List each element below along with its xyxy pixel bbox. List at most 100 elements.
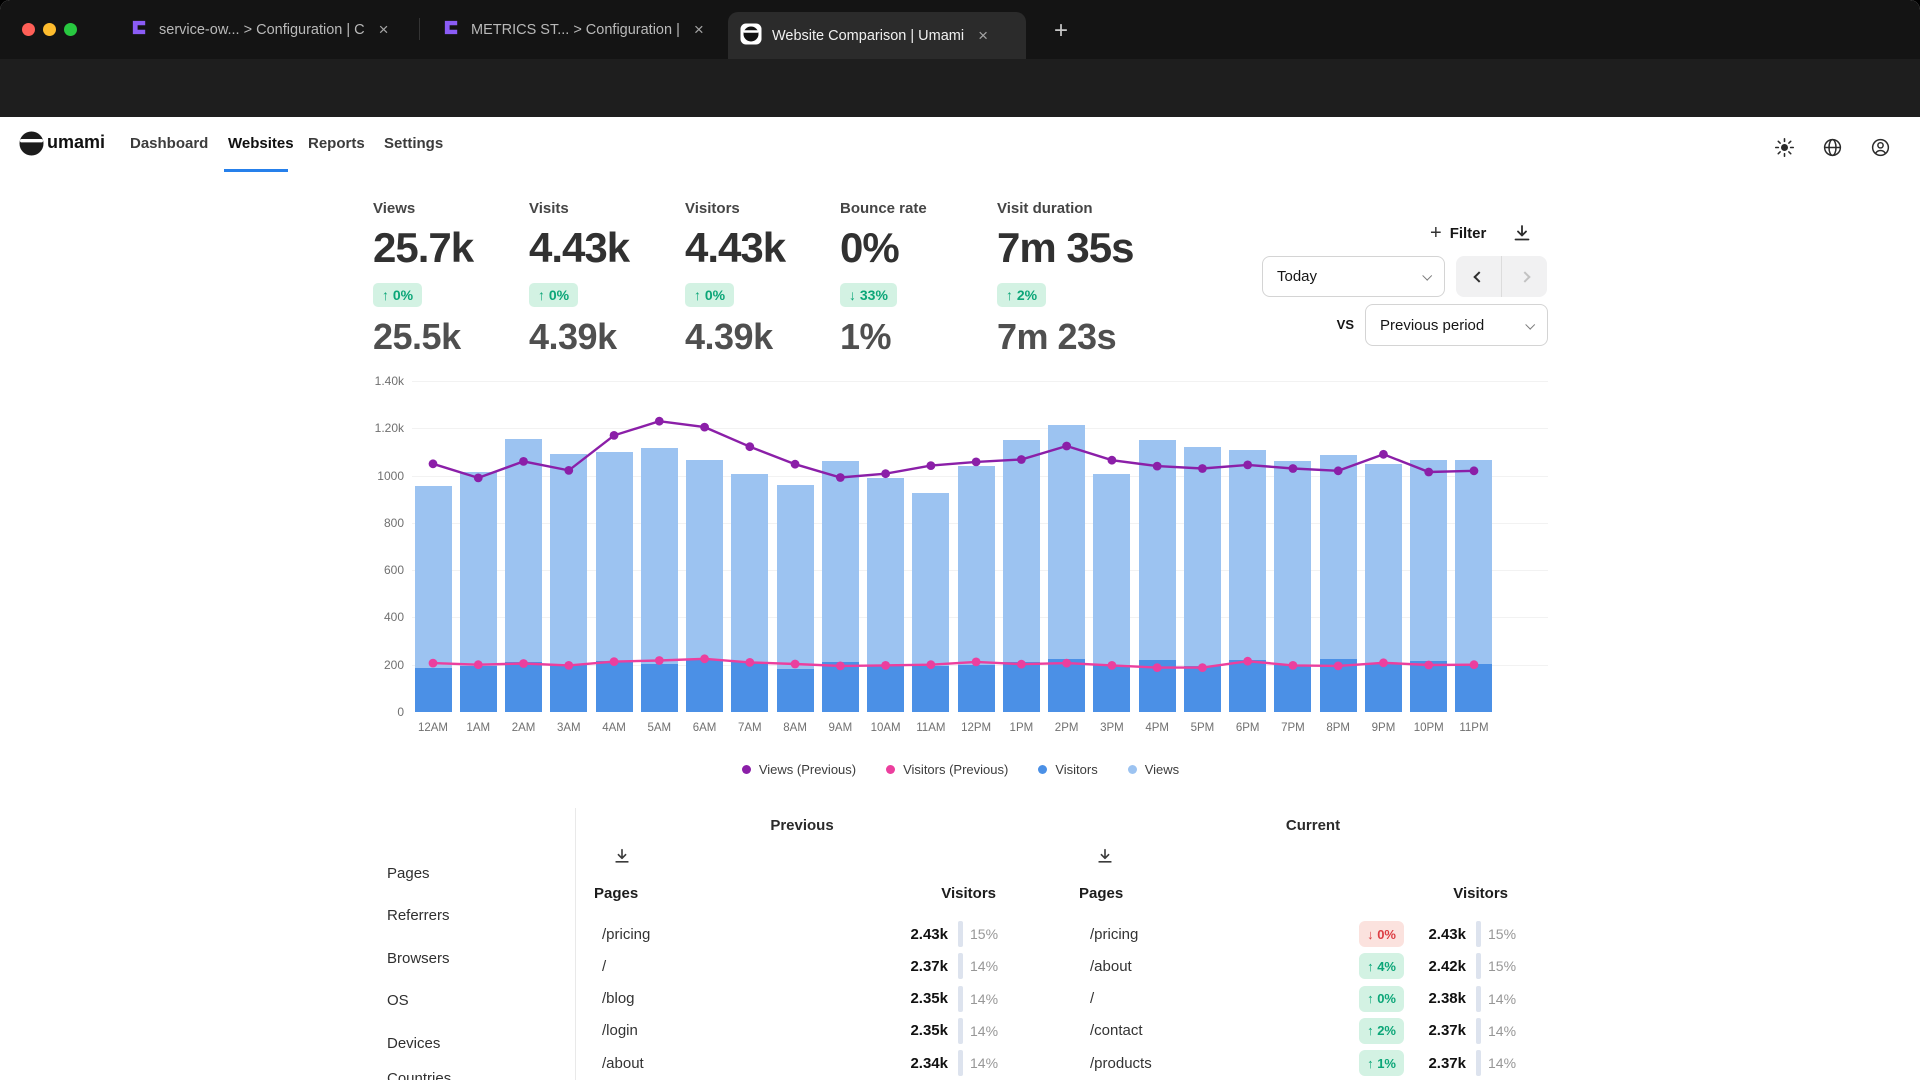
legend-dot [1128,765,1137,774]
coolify-favicon [130,18,149,41]
previous-download-icon[interactable] [613,847,631,865]
tab[interactable]: METRICS ST... > Configuration | × [430,0,725,59]
new-tab-button[interactable]: + [1044,14,1078,48]
legend-label: Views [1145,762,1179,777]
table-row[interactable]: /about2.34k14% [602,1047,1002,1079]
filter-label: Filter [1450,225,1487,242]
tab-title: METRICS ST... > Configuration | [471,22,680,38]
sidebar-item-referrers[interactable]: Referrers [387,907,450,924]
theme-toggle-icon[interactable] [1772,135,1796,159]
tab-separator [419,18,420,40]
table-row[interactable]: /↑ 0%2.38k14% [1090,983,1520,1015]
chevron-down-icon [1422,271,1432,281]
metric-previous-value: 4.39k [529,316,629,358]
metric-visitors: Visitors4.43k↑ 0%4.39k [685,200,785,358]
percent-value: 14% [970,958,1002,974]
table-row[interactable]: /about↑ 4%2.42k15% [1090,950,1520,982]
table-row[interactable]: /products↑ 1%2.37k14% [1090,1047,1520,1079]
page-path: /blog [602,990,635,1007]
metric-change-badge: ↑ 2% [997,283,1046,307]
date-range-select[interactable]: Today [1262,256,1445,297]
table-row[interactable]: /login2.35k14% [602,1015,1002,1047]
page-path: /pricing [1090,926,1138,943]
tab-title: service-ow... > Configuration | C [159,22,365,38]
current-pages-header: Pages [1079,885,1123,902]
table-row[interactable]: /2.37k14% [602,950,1002,982]
metric-change-badge: ↓ 33% [840,283,897,307]
legend-item: Views (Previous) [742,762,856,777]
legend-item: Visitors (Previous) [886,762,1008,777]
visitors-value: 2.43k [1404,926,1466,943]
current-download-icon[interactable] [1096,847,1114,865]
percent-value: 14% [970,1055,1002,1071]
metric-change-badge: ↑ 0% [373,283,422,307]
filter-button[interactable]: + Filter [1430,222,1486,245]
metric-visits: Visits4.43k↑ 0%4.39k [529,200,629,358]
sidebar-item-devices[interactable]: Devices [387,1035,440,1052]
page-path: /about [602,1055,644,1072]
percent-value: 15% [1488,958,1520,974]
metric-value: 4.43k [529,224,629,272]
tab-close-icon[interactable]: × [694,20,704,40]
metric-value: 4.43k [685,224,785,272]
metric-views: Views25.7k↑ 0%25.5k [373,200,473,358]
compare-mode-value: Previous period [1380,317,1484,334]
previous-period-arrow[interactable] [1456,256,1501,297]
tab-close-icon[interactable]: × [978,26,988,46]
percent-bar [958,921,963,947]
tab-active[interactable]: Website Comparison | Umami × [728,12,1026,59]
tab-title: Website Comparison | Umami [772,28,964,44]
next-period-arrow[interactable] [1502,256,1547,297]
table-row[interactable]: /blog2.35k14% [602,983,1002,1015]
brand-name: umami [47,132,105,153]
page-change-badge: ↓ 0% [1359,921,1404,947]
metric-bounce-rate: Bounce rate0%↓ 33%1% [840,200,927,358]
coolify-favicon [442,18,461,41]
table-row[interactable]: /pricing ↓ 0%2.43k 15% [1090,918,1520,950]
close-window-button[interactable] [22,23,35,36]
minimize-window-button[interactable] [43,23,56,36]
umami-logo [18,130,45,157]
sidebar-item-countries[interactable]: Countries [387,1070,451,1080]
page-path: /about [1090,958,1132,975]
zoom-window-button[interactable] [64,23,77,36]
previous-panel-title: Previous [590,817,1014,834]
visitors-value: 2.35k [910,1022,948,1039]
tab-close-icon[interactable]: × [379,20,389,40]
table-row[interactable]: /contact↑ 2%2.37k14% [1090,1015,1520,1047]
sidebar-item-browsers[interactable]: Browsers [387,950,450,967]
page-change-badge: ↑ 0% [1359,986,1404,1012]
percent-bar [1476,1050,1481,1076]
table-row[interactable]: /pricing2.43k15% [602,918,1002,950]
nav-item-reports[interactable]: Reports [308,135,365,152]
compare-mode-select[interactable]: Previous period [1365,304,1548,346]
page-change-badge: ↑ 2% [1359,1018,1404,1044]
nav-item-settings[interactable]: Settings [384,135,443,152]
percent-bar [1476,986,1481,1012]
legend-item: Visitors [1038,762,1097,777]
legend-dot [1038,765,1047,774]
sidebar-item-pages[interactable]: Pages [387,865,430,882]
nav-item-websites[interactable]: Websites [228,135,294,152]
nav-item-dashboard[interactable]: Dashboard [130,135,208,152]
profile-icon[interactable] [1868,135,1892,159]
sidebar-item-os[interactable]: OS [387,992,409,1009]
metric-value: 0% [840,224,927,272]
export-download-icon[interactable] [1512,223,1532,243]
metric-label: Visitors [685,200,785,217]
date-range-value: Today [1277,268,1317,285]
percent-value: 14% [970,991,1002,1007]
language-globe-icon[interactable] [1820,135,1844,159]
metric-label: Visits [529,200,629,217]
percent-value: 15% [1488,926,1520,942]
tab[interactable]: service-ow... > Configuration | C × [118,0,418,59]
previous-pages-header: Pages [594,885,638,902]
page-path: /pricing [602,926,650,943]
metric-visit-duration: Visit duration7m 35s↑ 2%7m 23s [997,200,1133,358]
umami-app: umami Dashboard Websites Reports Settings V… [0,117,1920,1080]
chart-legend: Views (Previous) Visitors (Previous) Visit… [373,762,1548,777]
visitors-value: 2.37k [910,958,948,975]
browser-toolbar: umami.shadowarcanist.com/dashboard [0,59,1920,117]
page-change-badge: ↑ 4% [1359,953,1404,979]
page-change-badge: ↑ 1% [1359,1050,1404,1076]
